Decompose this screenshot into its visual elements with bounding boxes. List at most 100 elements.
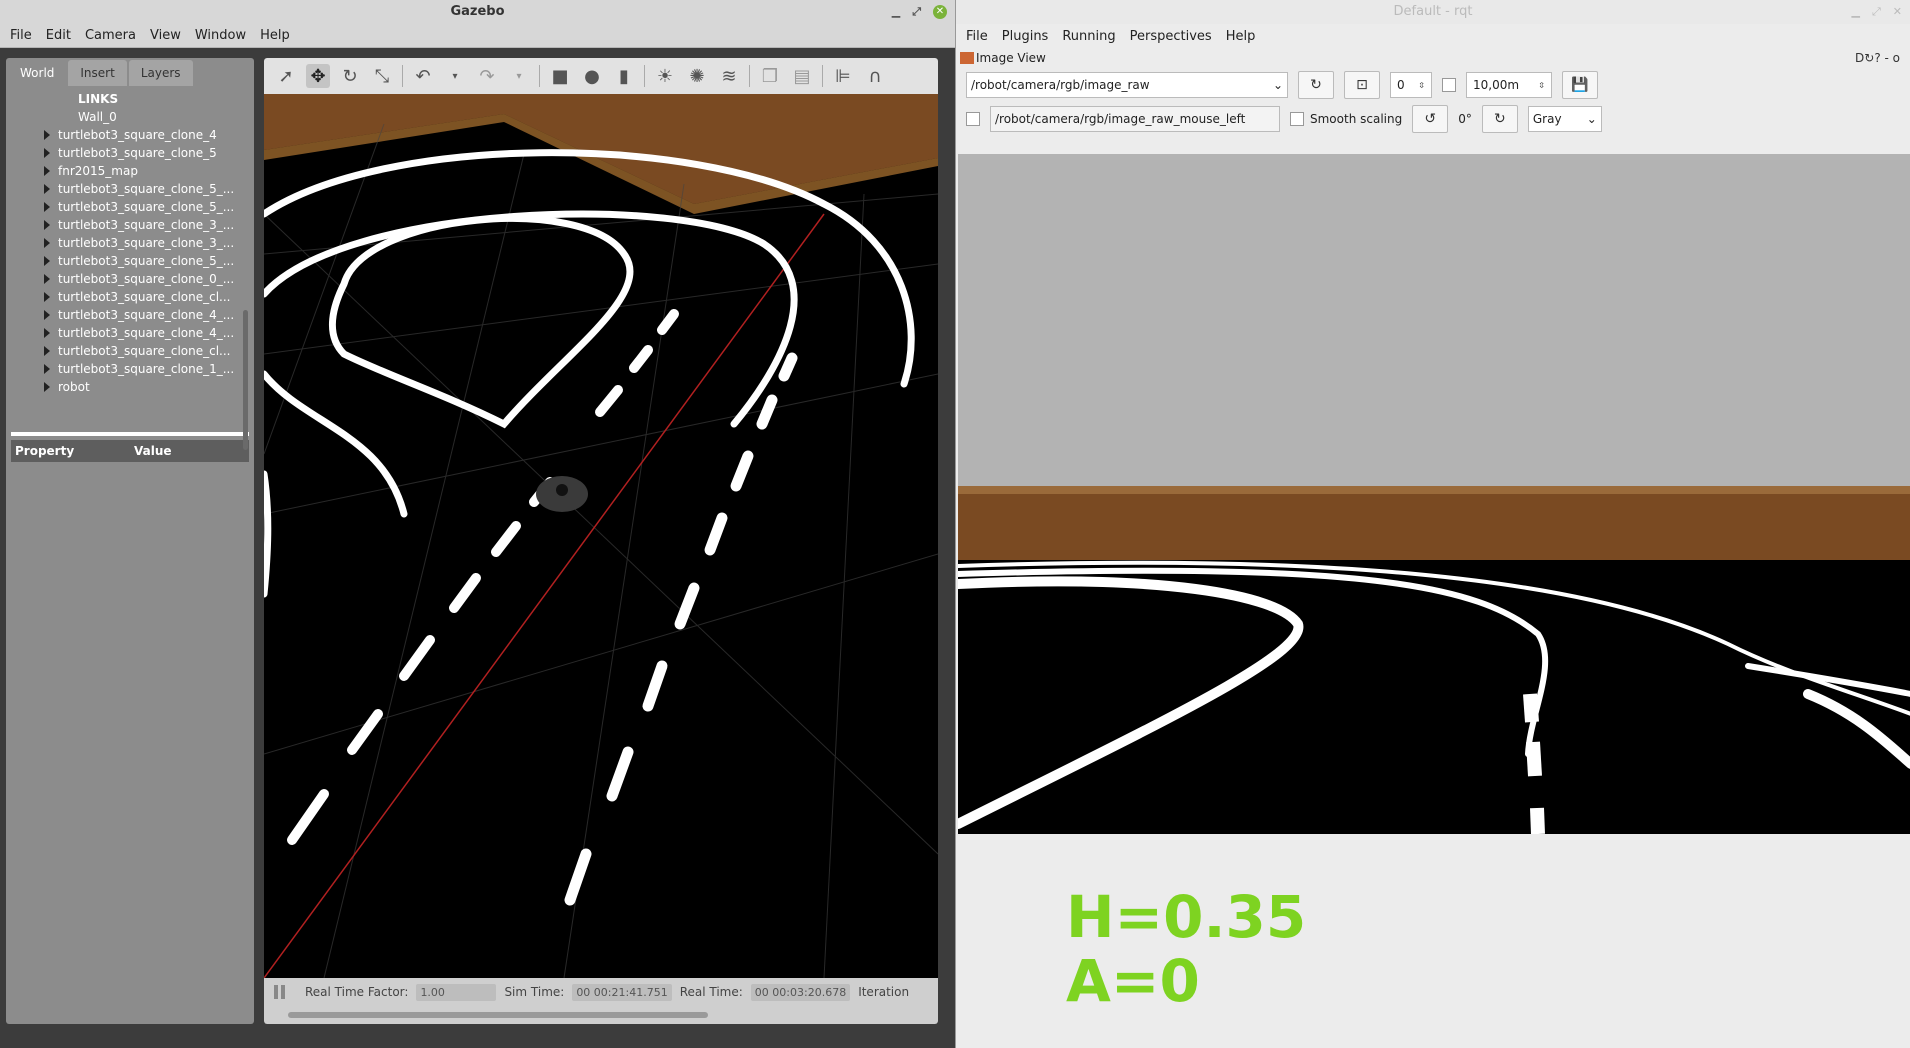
plugin-window-controls[interactable]: D↻? - o [1855, 51, 1900, 65]
menu-window[interactable]: Window [189, 28, 252, 43]
chevron-down-icon[interactable]: ▾ [443, 64, 467, 88]
close-icon[interactable]: ✕ [1893, 0, 1902, 24]
tree-item-model[interactable]: robot [10, 378, 242, 396]
maximize-icon[interactable]: ⤢ [912, 0, 921, 24]
max-distance-spinbox[interactable]: 10,00m ⇳ [1466, 72, 1552, 98]
point-light-icon[interactable]: ☀ [653, 64, 677, 88]
rqt-window: Default - rqt ▁ ⤢ ✕ File Plugins Running… [955, 0, 1910, 1048]
tree-item-model[interactable]: turtlebot3_square_clone_4_... [10, 306, 242, 324]
tab-world[interactable]: World [8, 60, 67, 86]
tree-item-model[interactable]: turtlebot3_square_clone_4_... [10, 324, 242, 342]
expand-arrow-icon[interactable] [44, 310, 50, 320]
minimize-icon[interactable]: ▁ [1852, 0, 1860, 24]
tree-item-model[interactable]: turtlebot3_square_clone_5_... [10, 252, 242, 270]
sphere-icon[interactable]: ● [580, 64, 604, 88]
expand-arrow-icon[interactable] [44, 166, 50, 176]
undo-icon[interactable]: ↶ [411, 64, 435, 88]
menu-help[interactable]: Help [254, 28, 296, 43]
tree-item-model[interactable]: turtlebot3_square_clone_5 [10, 144, 242, 162]
menu-camera[interactable]: Camera [79, 28, 142, 43]
expand-arrow-icon[interactable] [44, 148, 50, 158]
zoom-fit-button[interactable]: ⊡ [1344, 71, 1380, 99]
world-panel: World Insert Layers LINKS Wall_0 turtleb… [6, 58, 254, 1024]
rotate-icon[interactable]: ↻ [338, 64, 362, 88]
box-icon[interactable]: ■ [548, 64, 572, 88]
menu-file[interactable]: File [4, 28, 38, 43]
gazebo-titlebar: Gazebo ▁ ⤢ ✕ [0, 0, 955, 24]
expand-arrow-icon[interactable] [44, 292, 50, 302]
sim-time-label: Sim Time: [504, 985, 565, 999]
rotate-right-button[interactable]: ↻ [1481, 105, 1518, 133]
tree-item-model[interactable]: turtlebot3_square_clone_4 [10, 126, 242, 144]
tree-item-model[interactable]: turtlebot3_square_clone_cl... [10, 288, 242, 306]
pause-icon[interactable] [274, 985, 285, 999]
publish-click-checkbox[interactable] [966, 112, 980, 126]
tree-item-wall[interactable]: Wall_0 [10, 108, 254, 126]
tree-item-model[interactable]: turtlebot3_square_clone_3_... [10, 216, 242, 234]
expand-arrow-icon[interactable] [44, 130, 50, 140]
close-icon[interactable]: ✕ [933, 5, 947, 19]
copy-icon[interactable]: ❐ [758, 64, 782, 88]
expand-arrow-icon[interactable] [44, 274, 50, 284]
menu-perspectives[interactable]: Perspectives [1124, 29, 1218, 44]
topic-select[interactable]: /robot/camera/rgb/image_raw ⌄ [966, 72, 1288, 98]
tree-scrollbar[interactable] [243, 310, 248, 450]
expand-arrow-icon[interactable] [44, 256, 50, 266]
scene-render[interactable] [264, 94, 938, 978]
menu-plugins[interactable]: Plugins [996, 29, 1055, 44]
snap-magnet-icon[interactable]: ∩ [863, 64, 887, 88]
menu-help[interactable]: Help [1220, 29, 1262, 44]
align-icon[interactable]: ⊫ [831, 64, 855, 88]
scene-viewport[interactable]: ➚ ✥ ↻ ⤡ ↶ ▾ ↷ ▾ ■ ● ▮ ☀ ✺ ≋ ❐ ▤ ⊫ ∩ Real… [264, 58, 938, 1024]
tree-item-model[interactable]: turtlebot3_square_clone_1_... [10, 360, 242, 378]
chevron-down-icon[interactable]: ▾ [507, 64, 531, 88]
smooth-scaling-checkbox[interactable] [1290, 112, 1304, 126]
directional-light-icon[interactable]: ≋ [717, 64, 741, 88]
expand-arrow-icon[interactable] [44, 184, 50, 194]
robot-model[interactable] [536, 476, 588, 512]
mouse-topic-field[interactable]: /robot/camera/rgb/image_raw_mouse_left [990, 106, 1280, 132]
tree-item-model[interactable]: fnr2015_map [10, 162, 242, 180]
scale-icon[interactable]: ⤡ [370, 64, 394, 88]
menu-view[interactable]: View [144, 28, 187, 43]
camera-image[interactable] [958, 154, 1910, 834]
tree-item-model[interactable]: turtlebot3_square_clone_5_... [10, 180, 242, 198]
rqt-title: Default - rqt [1393, 4, 1473, 19]
mouse-topic-value: /robot/camera/rgb/image_raw_mouse_left [995, 112, 1246, 126]
cylinder-icon[interactable]: ▮ [612, 64, 636, 88]
translate-icon[interactable]: ✥ [306, 64, 330, 88]
maximize-icon[interactable]: ⤢ [1872, 0, 1881, 24]
menu-running[interactable]: Running [1056, 29, 1121, 44]
tab-insert[interactable]: Insert [68, 60, 127, 86]
expand-arrow-icon[interactable] [44, 382, 50, 392]
tree-item-model[interactable]: turtlebot3_square_clone_5_... [10, 198, 242, 216]
tree-item-model[interactable]: turtlebot3_square_clone_cl... [10, 342, 242, 360]
menu-file[interactable]: File [960, 29, 994, 44]
expand-arrow-icon[interactable] [44, 328, 50, 338]
tab-layers[interactable]: Layers [128, 60, 193, 86]
menu-edit[interactable]: Edit [40, 28, 77, 43]
color-mode-select[interactable]: Gray ⌄ [1527, 106, 1602, 132]
expand-arrow-icon[interactable] [44, 220, 50, 230]
expand-arrow-icon[interactable] [44, 346, 50, 356]
dynamic-range-checkbox[interactable] [1442, 78, 1456, 92]
statusbar-scrollbar[interactable] [288, 1012, 708, 1018]
save-image-button[interactable]: 💾 [1562, 71, 1598, 99]
select-arrow-icon[interactable]: ➚ [274, 64, 298, 88]
expand-arrow-icon[interactable] [44, 364, 50, 374]
tree-item-model[interactable]: turtlebot3_square_clone_0_... [10, 270, 242, 288]
expand-arrow-icon[interactable] [44, 202, 50, 212]
zoom-spinbox[interactable]: 0 ⇳ [1390, 72, 1432, 98]
panel-divider[interactable] [11, 432, 249, 436]
redo-icon[interactable]: ↷ [475, 64, 499, 88]
paste-icon[interactable]: ▤ [790, 64, 814, 88]
topic-value: /robot/camera/rgb/image_raw [971, 78, 1150, 92]
rotate-left-button[interactable]: ↺ [1412, 105, 1449, 133]
refresh-topics-button[interactable]: ↻ [1298, 71, 1334, 99]
property-column-header: Property [15, 444, 75, 458]
spot-light-icon[interactable]: ✺ [685, 64, 709, 88]
minimize-icon[interactable]: ▁ [892, 0, 900, 24]
tree-item-model[interactable]: turtlebot3_square_clone_3_... [10, 234, 242, 252]
wall-image [958, 486, 1910, 560]
expand-arrow-icon[interactable] [44, 238, 50, 248]
